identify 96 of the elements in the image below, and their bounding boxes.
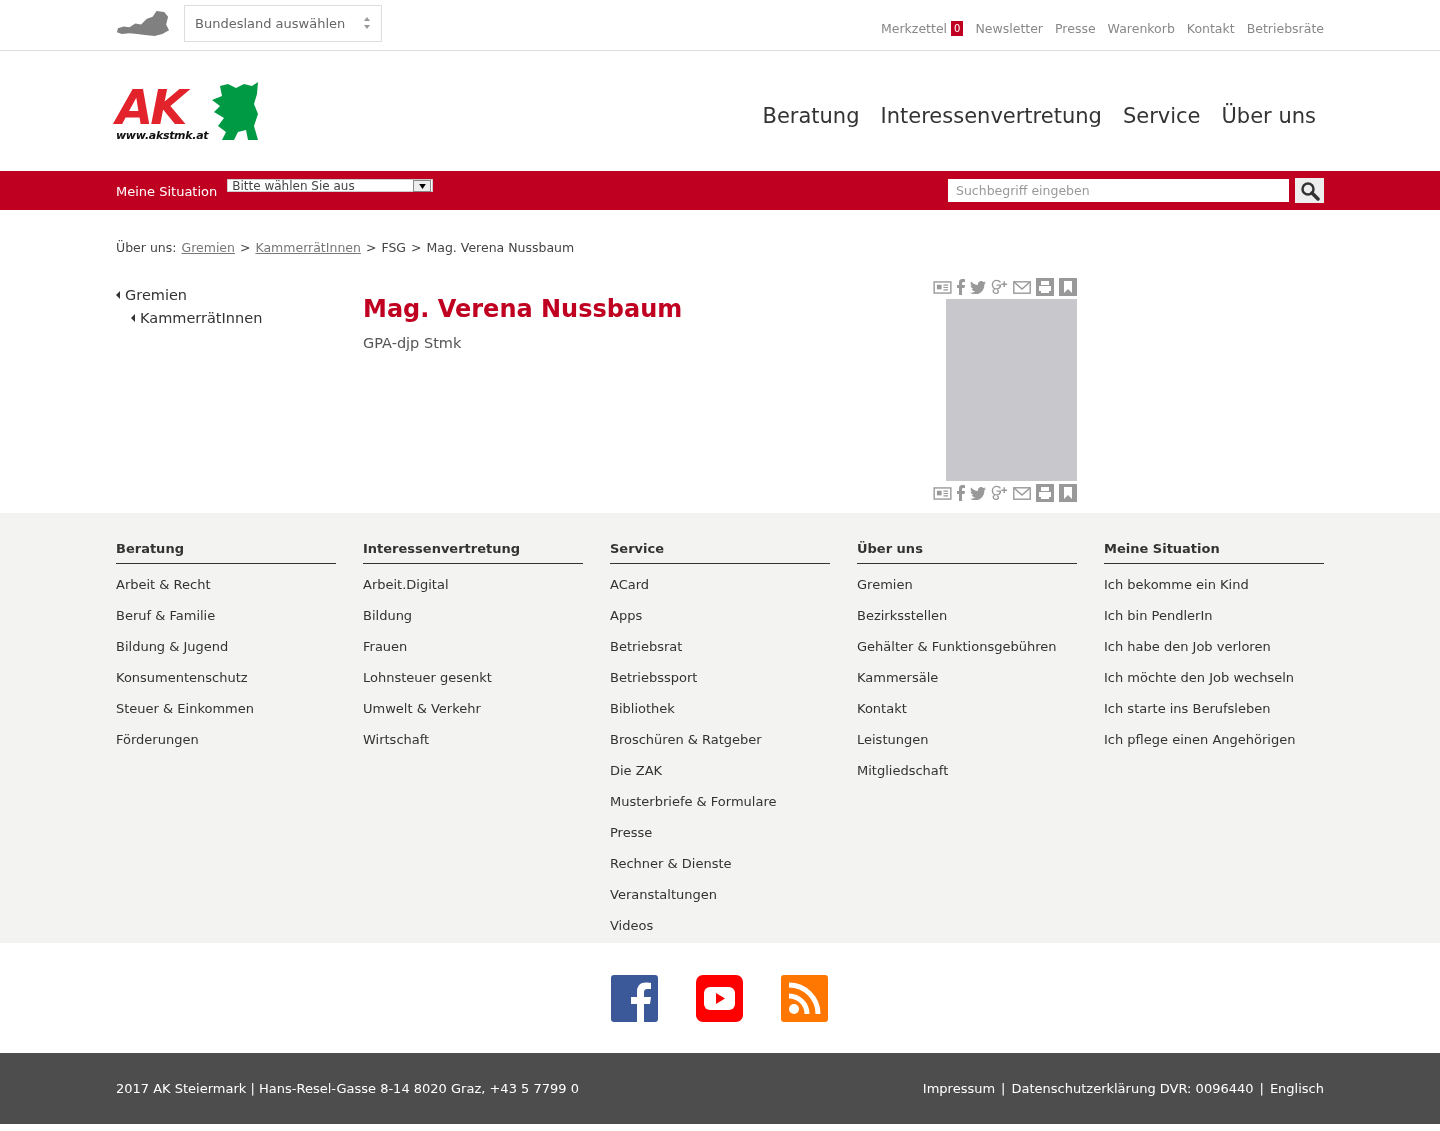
breadcrumb-label: Über uns: — [116, 240, 177, 255]
breadcrumb-item: FSG — [381, 240, 406, 255]
footer-link[interactable]: ACard — [610, 569, 830, 600]
person-name: Mag. Verena Nussbaum — [363, 295, 684, 323]
footer-bottom-link[interactable]: Impressum — [922, 1081, 996, 1096]
logo-url: www.akstmk.at — [116, 129, 209, 142]
search-button[interactable] — [1295, 178, 1324, 203]
footer-link[interactable]: Presse — [610, 817, 830, 848]
footer-link[interactable]: Die ZAK — [610, 755, 830, 786]
google-plus-icon[interactable] — [991, 279, 1008, 295]
footer-link[interactable]: Ich möchte den Job wechseln — [1104, 662, 1324, 693]
footer-link[interactable]: Frauen — [363, 631, 583, 662]
footer-link[interactable]: Gehälter & Funktionsgebühren — [857, 631, 1077, 662]
footer-link[interactable]: Broschüren & Ratgeber — [610, 724, 830, 755]
footer-column-title: Über uns — [857, 541, 1077, 564]
count-badge: 0 — [951, 20, 964, 36]
link-separator: | — [1001, 1081, 1006, 1096]
article-icon[interactable] — [933, 280, 952, 294]
footer-link[interactable]: Mitgliedschaft — [857, 755, 1077, 786]
footer-column-title: Service — [610, 541, 830, 564]
main-nav-link[interactable]: Beratung — [762, 104, 860, 128]
facebook-icon[interactable] — [610, 974, 658, 1022]
link-separator: | — [1259, 1081, 1264, 1096]
youtube-icon[interactable] — [695, 974, 743, 1022]
dropdown-arrow-icon — [418, 183, 426, 189]
footer-link[interactable]: Arbeit.Digital — [363, 569, 583, 600]
top-link[interactable]: Newsletter — [975, 20, 1043, 36]
facebook-icon[interactable] — [957, 279, 965, 295]
footer-link[interactable]: Videos — [610, 910, 830, 941]
footer-link[interactable]: Betriebssport — [610, 662, 830, 693]
footer-column-title: Interessenvertretung — [363, 541, 583, 564]
breadcrumb-separator: > — [411, 240, 422, 255]
print-icon[interactable] — [1036, 484, 1054, 502]
organisation-text: GPA-djp Stmk — [363, 335, 463, 351]
google-plus-icon[interactable] — [991, 485, 1008, 501]
footer-link[interactable]: Leistungen — [857, 724, 1077, 755]
search-field[interactable]: Suchbegriff eingeben — [948, 179, 1289, 202]
footer-link[interactable]: Ich starte ins Berufsleben — [1104, 693, 1324, 724]
footer-link[interactable]: Gremien — [857, 569, 1077, 600]
footer-link[interactable]: Förderungen — [116, 724, 336, 755]
situation-label: Meine Situation — [116, 184, 218, 199]
bookmark-icon[interactable] — [1059, 484, 1077, 502]
footer-link[interactable]: Beruf & Familie — [116, 600, 336, 631]
article-icon[interactable] — [933, 486, 952, 500]
footer-link[interactable]: Bildung — [363, 600, 583, 631]
sort-arrows-icon — [363, 16, 371, 30]
top-link[interactable]: Betriebsräte — [1246, 20, 1324, 36]
footer-link[interactable]: Kammersäle — [857, 662, 1077, 693]
state-select[interactable]: Bundesland auswählen — [184, 4, 382, 42]
side-nav-link[interactable]: KammerrätInnen — [140, 309, 263, 326]
footer-link[interactable]: Umwelt & Verkehr — [363, 693, 583, 724]
breadcrumb-separator: > — [240, 240, 251, 255]
footer-link[interactable]: Bibliothek — [610, 693, 830, 724]
breadcrumb-link[interactable]: Gremien — [181, 240, 235, 255]
address-text: 2017 AK Steiermark | Hans-Resel-Gasse 8-14 8020 Graz, +43 5 7799 0 — [116, 1081, 579, 1096]
main-nav-link[interactable]: Über uns — [1221, 104, 1316, 128]
email-icon[interactable] — [1013, 280, 1031, 294]
breadcrumb-link[interactable]: KammerrätInnen — [255, 240, 361, 255]
main-nav-link[interactable]: Interessenvertretung — [880, 104, 1102, 128]
email-icon[interactable] — [1013, 486, 1031, 500]
top-link[interactable]: Kontakt — [1186, 20, 1235, 36]
side-nav-link[interactable]: Gremien — [125, 286, 188, 303]
footer-link[interactable]: Steuer & Einkommen — [116, 693, 336, 724]
footer-bottom-link[interactable]: Englisch — [1269, 1081, 1324, 1096]
footer-link[interactable]: Bezirksstellen — [857, 600, 1077, 631]
situation-select[interactable]: Bitte wählen Sie aus — [227, 179, 434, 192]
footer-link[interactable]: Ich pflege einen Angehörigen — [1104, 724, 1324, 755]
footer-link[interactable]: Veranstaltungen — [610, 879, 830, 910]
top-link[interactable]: Merkzettel — [881, 20, 948, 36]
footer-column-title: Meine Situation — [1104, 541, 1324, 564]
footer-column-title: Beratung — [116, 541, 336, 564]
footer-link[interactable]: Bildung & Jugend — [116, 631, 336, 662]
breadcrumb-item: Mag. Verena Nussbaum — [426, 240, 575, 255]
top-link[interactable]: Presse — [1055, 20, 1096, 36]
footer-link[interactable]: Wirtschaft — [363, 724, 583, 755]
breadcrumb-separator: > — [365, 240, 377, 255]
twitter-icon[interactable] — [970, 486, 986, 500]
rss-icon[interactable] — [780, 974, 828, 1022]
footer-bottom-link[interactable]: Datenschutzerklärung DVR: 0096440 — [1011, 1081, 1254, 1096]
footer-link[interactable]: Ich habe den Job verloren — [1104, 631, 1324, 662]
footer-link[interactable]: Lohnsteuer gesenkt — [363, 662, 583, 693]
footer-link[interactable]: Betriebsrat — [610, 631, 830, 662]
footer-link[interactable]: Ich bin PendlerIn — [1104, 600, 1324, 631]
footer-link[interactable]: Arbeit & Recht — [116, 569, 336, 600]
footer-link[interactable]: Apps — [610, 600, 830, 631]
footer-link[interactable]: Musterbriefe & Formulare — [610, 786, 830, 817]
facebook-icon[interactable] — [957, 485, 965, 501]
main-nav-link[interactable]: Service — [1122, 104, 1201, 128]
print-icon[interactable] — [1036, 278, 1054, 296]
bookmark-icon[interactable] — [1059, 278, 1077, 296]
twitter-icon[interactable] — [970, 280, 986, 294]
footer-link[interactable]: Rechner & Dienste — [610, 848, 830, 879]
footer-link[interactable]: Kontakt — [857, 693, 1077, 724]
top-link[interactable]: Warenkorb — [1107, 20, 1175, 36]
footer-link[interactable]: Konsumentenschutz — [116, 662, 336, 693]
footer-link[interactable]: Ich bekomme ein Kind — [1104, 569, 1324, 600]
